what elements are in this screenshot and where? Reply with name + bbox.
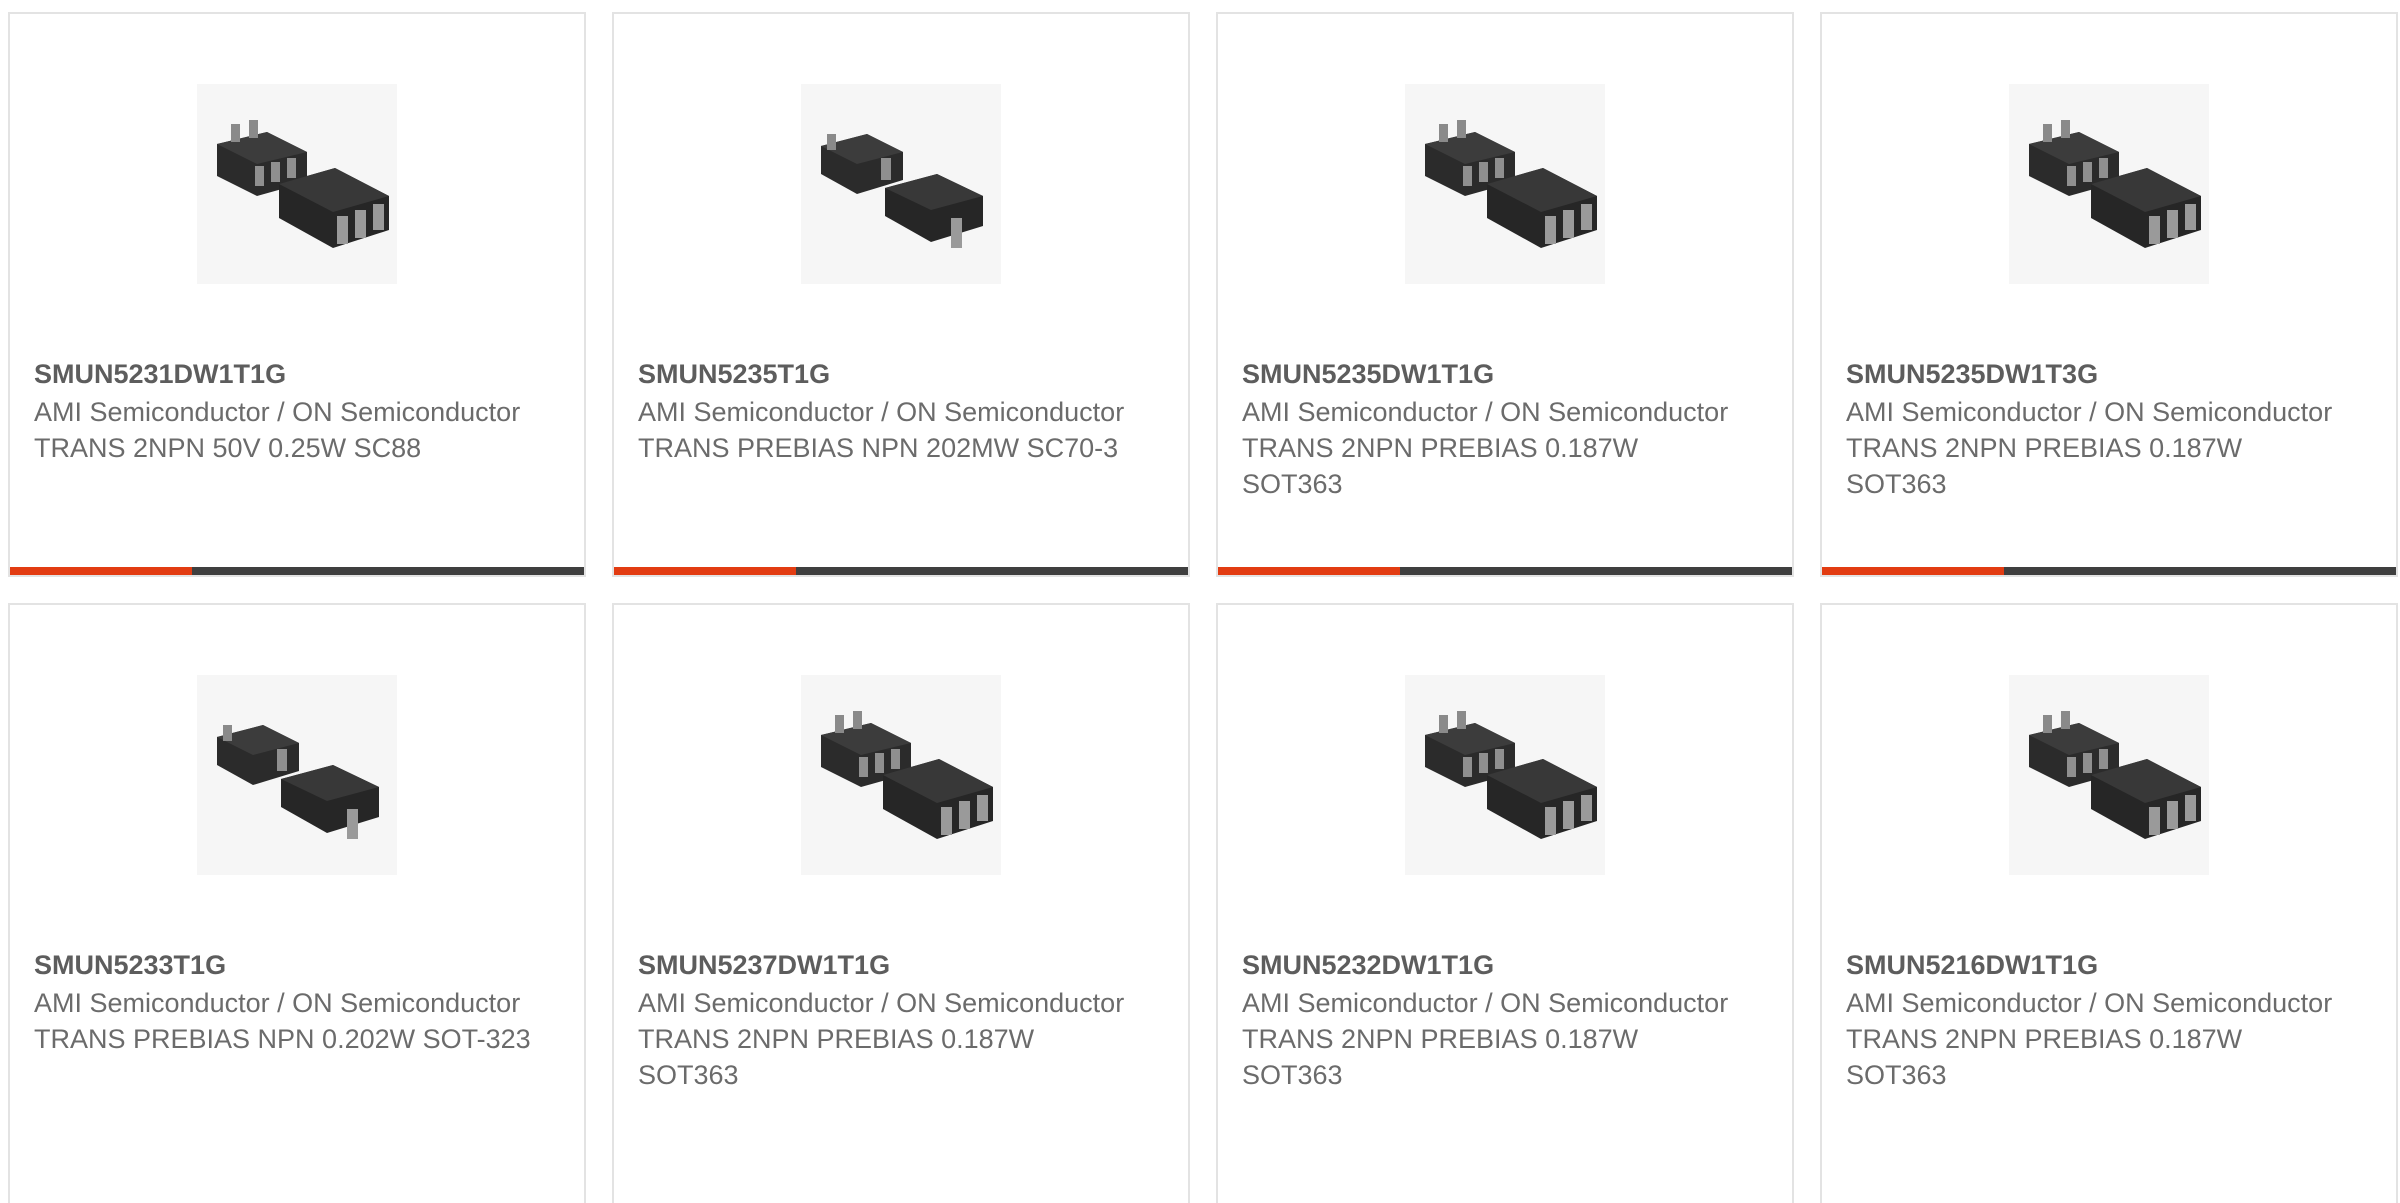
chip-icon	[821, 134, 983, 248]
description: TRANS 2NPN PREBIAS 0.187W SOT363	[1846, 1024, 2243, 1090]
product-info: SMUN5235DW1T1G AMI Semiconductor / ON Se…	[1242, 356, 1742, 502]
product-image[interactable]	[1405, 84, 1605, 284]
manufacturer: AMI Semiconductor / ON Semiconductor	[1242, 988, 1729, 1018]
card-footer-bar	[1822, 567, 2396, 575]
description: TRANS 2NPN PREBIAS 0.187W SOT363	[1242, 1024, 1639, 1090]
part-number-link[interactable]: SMUN5231DW1T1G	[34, 356, 534, 392]
product-image[interactable]	[1405, 675, 1605, 875]
product-card[interactable]: SMUN5235DW1T1G AMI Semiconductor / ON Se…	[1216, 12, 1794, 577]
manufacturer: AMI Semiconductor / ON Semiconductor	[638, 988, 1125, 1018]
accent-segment	[10, 567, 192, 575]
product-info: SMUN5231DW1T1G AMI Semiconductor / ON Se…	[34, 356, 534, 466]
description: TRANS 2NPN PREBIAS 0.187W SOT363	[1846, 433, 2243, 499]
chip-icon	[821, 711, 993, 839]
product-grid: SMUN5231DW1T1G AMI Semiconductor / ON Se…	[8, 12, 2400, 1203]
product-image[interactable]	[197, 84, 397, 284]
part-number-link[interactable]: SMUN5216DW1T1G	[1846, 947, 2346, 983]
chip-icon	[1425, 120, 1597, 248]
product-image[interactable]	[197, 675, 397, 875]
part-number-link[interactable]: SMUN5237DW1T1G	[638, 947, 1138, 983]
card-footer-bar	[1218, 567, 1792, 575]
part-number-link[interactable]: SMUN5233T1G	[34, 947, 534, 983]
chip-icon	[2029, 711, 2201, 839]
product-info: SMUN5216DW1T1G AMI Semiconductor / ON Se…	[1846, 947, 2346, 1093]
part-number-link[interactable]: SMUN5235DW1T1G	[1242, 356, 1742, 392]
manufacturer: AMI Semiconductor / ON Semiconductor	[638, 397, 1125, 427]
product-card[interactable]: SMUN5237DW1T1G AMI Semiconductor / ON Se…	[612, 603, 1190, 1203]
product-info: SMUN5235DW1T3G AMI Semiconductor / ON Se…	[1846, 356, 2346, 502]
manufacturer: AMI Semiconductor / ON Semiconductor	[1846, 988, 2333, 1018]
part-number-link[interactable]: SMUN5235DW1T3G	[1846, 356, 2346, 392]
product-card[interactable]: SMUN5233T1G AMI Semiconductor / ON Semic…	[8, 603, 586, 1203]
product-image[interactable]	[2009, 675, 2209, 875]
accent-segment	[1822, 567, 2004, 575]
product-info: SMUN5237DW1T1G AMI Semiconductor / ON Se…	[638, 947, 1138, 1093]
card-footer-bar	[614, 567, 1188, 575]
description: TRANS 2NPN PREBIAS 0.187W SOT363	[638, 1024, 1035, 1090]
product-card[interactable]: SMUN5235T1G AMI Semiconductor / ON Semic…	[612, 12, 1190, 577]
description: TRANS PREBIAS NPN 202MW SC70-3	[638, 433, 1119, 463]
description: TRANS 2NPN PREBIAS 0.187W SOT363	[1242, 433, 1639, 499]
manufacturer: AMI Semiconductor / ON Semiconductor	[34, 397, 521, 427]
manufacturer: AMI Semiconductor / ON Semiconductor	[1846, 397, 2333, 427]
part-number-link[interactable]: SMUN5235T1G	[638, 356, 1138, 392]
product-card[interactable]: SMUN5216DW1T1G AMI Semiconductor / ON Se…	[1820, 603, 2398, 1203]
manufacturer: AMI Semiconductor / ON Semiconductor	[34, 988, 521, 1018]
part-number-link[interactable]: SMUN5232DW1T1G	[1242, 947, 1742, 983]
product-info: SMUN5233T1G AMI Semiconductor / ON Semic…	[34, 947, 534, 1057]
chip-icon	[217, 725, 379, 839]
description: TRANS PREBIAS NPN 0.202W SOT-323	[34, 1024, 531, 1054]
product-image[interactable]	[801, 84, 1001, 284]
product-info: SMUN5235T1G AMI Semiconductor / ON Semic…	[638, 356, 1138, 466]
product-card[interactable]: SMUN5231DW1T1G AMI Semiconductor / ON Se…	[8, 12, 586, 577]
accent-segment	[1218, 567, 1400, 575]
product-image[interactable]	[801, 675, 1001, 875]
chip-icon	[217, 120, 389, 248]
description: TRANS 2NPN 50V 0.25W SC88	[34, 433, 422, 463]
product-card[interactable]: SMUN5232DW1T1G AMI Semiconductor / ON Se…	[1216, 603, 1794, 1203]
product-info: SMUN5232DW1T1G AMI Semiconductor / ON Se…	[1242, 947, 1742, 1093]
manufacturer: AMI Semiconductor / ON Semiconductor	[1242, 397, 1729, 427]
accent-segment	[614, 567, 796, 575]
product-image[interactable]	[2009, 84, 2209, 284]
chip-icon	[1425, 711, 1597, 839]
chip-icon	[2029, 120, 2201, 248]
card-footer-bar	[10, 567, 584, 575]
product-card[interactable]: SMUN5235DW1T3G AMI Semiconductor / ON Se…	[1820, 12, 2398, 577]
